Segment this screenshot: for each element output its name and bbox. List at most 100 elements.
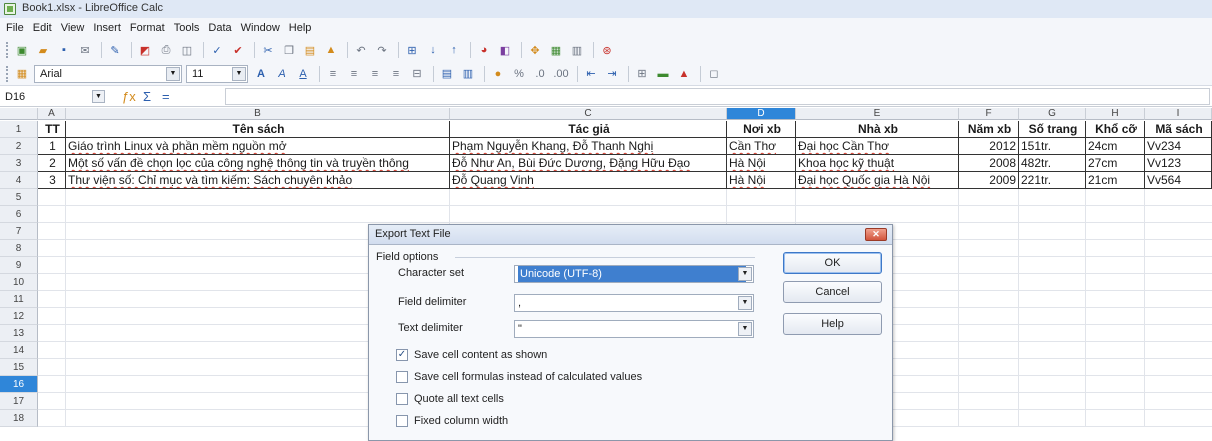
font-name-box[interactable]: Arial ▼: [34, 64, 182, 83]
select-all-corner[interactable]: [0, 108, 38, 120]
paste-icon[interactable]: ▤: [301, 41, 319, 59]
table-cell[interactable]: 27cm: [1086, 155, 1145, 172]
chevron-down-icon[interactable]: ▼: [738, 296, 752, 310]
insert-chart-icon[interactable]: ◕: [475, 41, 493, 59]
table-cell[interactable]: Giáo trình Linux và phần mềm nguồn mở: [66, 138, 450, 155]
table-cell[interactable]: 151tr.: [1019, 138, 1086, 155]
row-header[interactable]: 13: [0, 325, 38, 342]
row-header[interactable]: 9: [0, 257, 38, 274]
menu-insert[interactable]: Insert: [93, 22, 121, 34]
save-icon[interactable]: ▪: [55, 41, 73, 59]
chevron-down-icon[interactable]: ▼: [232, 66, 246, 81]
save-formulas-checkbox[interactable]: Save cell formulas instead of calculated…: [396, 371, 642, 383]
table-cell[interactable]: Hà Nội: [727, 155, 796, 172]
data-sources-icon[interactable]: ▥: [568, 41, 586, 59]
toggle-grid-icon[interactable]: ◻: [705, 65, 723, 83]
column-header-b[interactable]: B: [66, 108, 450, 120]
row-header[interactable]: 12: [0, 308, 38, 325]
ok-button[interactable]: OK: [783, 252, 882, 274]
table-cell[interactable]: 3: [38, 172, 66, 189]
header-cell-nha-xb[interactable]: Nhà xb: [796, 121, 959, 138]
sort-descending-icon[interactable]: ↑: [445, 41, 463, 59]
sort-ascending-icon[interactable]: ↓: [424, 41, 442, 59]
table-cell[interactable]: Hà Nội: [727, 172, 796, 189]
column-header-f[interactable]: F: [959, 108, 1019, 120]
column-header-g[interactable]: G: [1019, 108, 1086, 120]
row-header[interactable]: 17: [0, 393, 38, 410]
name-box[interactable]: D16: [2, 89, 90, 105]
checkbox-checked-icon[interactable]: ✓: [396, 349, 408, 361]
table-cell[interactable]: 21cm: [1086, 172, 1145, 189]
undo-icon[interactable]: ↶: [352, 41, 370, 59]
remove-decimal-icon[interactable]: .00: [552, 65, 570, 83]
merge-cells-icon[interactable]: ⊟: [408, 65, 426, 83]
styles-icon[interactable]: ▦: [13, 65, 31, 83]
row-header[interactable]: 3: [0, 155, 38, 172]
cut-icon[interactable]: ✂: [259, 41, 277, 59]
field-delimiter-select[interactable]: , ▼: [514, 294, 754, 312]
email-icon[interactable]: ✉: [76, 41, 94, 59]
print-preview-icon[interactable]: ◫: [178, 41, 196, 59]
align-top-icon[interactable]: ▤: [438, 65, 456, 83]
header-cell-ten-sach[interactable]: Tên sách: [66, 121, 450, 138]
table-cell[interactable]: 2008: [959, 155, 1019, 172]
hyperlink-icon[interactable]: ⊞: [403, 41, 421, 59]
close-icon[interactable]: ✕: [865, 228, 887, 241]
table-cell[interactable]: 2012: [959, 138, 1019, 155]
help-button[interactable]: Help: [783, 313, 882, 335]
pivot-table-icon[interactable]: ◧: [496, 41, 514, 59]
menu-edit[interactable]: Edit: [33, 22, 52, 34]
header-cell-ma-sach[interactable]: Mã sách: [1145, 121, 1212, 138]
function-wizard-icon[interactable]: ƒx: [122, 89, 136, 104]
checkbox-icon[interactable]: [396, 415, 408, 427]
align-right-icon[interactable]: ≡: [366, 65, 384, 83]
italic-icon[interactable]: A: [273, 65, 291, 83]
table-cell[interactable]: 221tr.: [1019, 172, 1086, 189]
currency-icon[interactable]: ●: [489, 65, 507, 83]
header-cell-tt[interactable]: TT: [38, 121, 66, 138]
column-header-h[interactable]: H: [1086, 108, 1145, 120]
table-cell[interactable]: 1: [38, 138, 66, 155]
underline-icon[interactable]: A: [294, 65, 312, 83]
text-delimiter-select[interactable]: " ▼: [514, 320, 754, 338]
table-cell[interactable]: Vv234: [1145, 138, 1212, 155]
help-lifebuoy-icon[interactable]: ⊛: [598, 41, 616, 59]
save-as-shown-checkbox[interactable]: ✓ Save cell content as shown: [396, 349, 547, 361]
header-cell-noi-xb[interactable]: Nơi xb: [727, 121, 796, 138]
chevron-down-icon[interactable]: ▼: [738, 322, 752, 336]
column-header-i[interactable]: I: [1145, 108, 1212, 120]
row-header[interactable]: 15: [0, 359, 38, 376]
add-decimal-icon[interactable]: .0: [531, 65, 549, 83]
row-header[interactable]: 18: [0, 410, 38, 427]
borders-icon[interactable]: ⊞: [633, 65, 651, 83]
table-cell[interactable]: Vv123: [1145, 155, 1212, 172]
dialog-title-bar[interactable]: Export Text File ✕: [369, 225, 892, 245]
edit-file-icon[interactable]: ✎: [106, 41, 124, 59]
table-cell[interactable]: Thư viện số: Chỉ mục và tìm kiếm: Sách c…: [66, 172, 450, 189]
row-header[interactable]: 6: [0, 206, 38, 223]
print-icon[interactable]: ⎙: [157, 41, 175, 59]
menu-format[interactable]: Format: [130, 22, 165, 34]
table-cell[interactable]: 482tr.: [1019, 155, 1086, 172]
column-header-a[interactable]: A: [38, 108, 66, 120]
table-cell[interactable]: Cần Thơ: [727, 138, 796, 155]
copy-icon[interactable]: ❐: [280, 41, 298, 59]
chevron-down-icon[interactable]: ▼: [92, 90, 105, 103]
table-cell[interactable]: 2009: [959, 172, 1019, 189]
gallery-icon[interactable]: ▦: [547, 41, 565, 59]
row-header[interactable]: 11: [0, 291, 38, 308]
redo-icon[interactable]: ↷: [373, 41, 391, 59]
row-header[interactable]: 10: [0, 274, 38, 291]
navigator-icon[interactable]: ✥: [526, 41, 544, 59]
chevron-down-icon[interactable]: ▼: [166, 66, 180, 81]
toolbar-grip[interactable]: [6, 65, 9, 82]
checkbox-icon[interactable]: [396, 393, 408, 405]
formula-equals-icon[interactable]: =: [162, 89, 170, 104]
font-color-icon[interactable]: ▲: [675, 65, 693, 83]
menu-window[interactable]: Window: [241, 22, 280, 34]
table-cell[interactable]: Đỗ Quang Vinh: [450, 172, 727, 189]
table-cell[interactable]: Đại học Quốc gia Hà Nội: [796, 172, 959, 189]
row-header-active[interactable]: 16: [0, 376, 38, 393]
row-header[interactable]: 14: [0, 342, 38, 359]
row-header[interactable]: 4: [0, 172, 38, 189]
